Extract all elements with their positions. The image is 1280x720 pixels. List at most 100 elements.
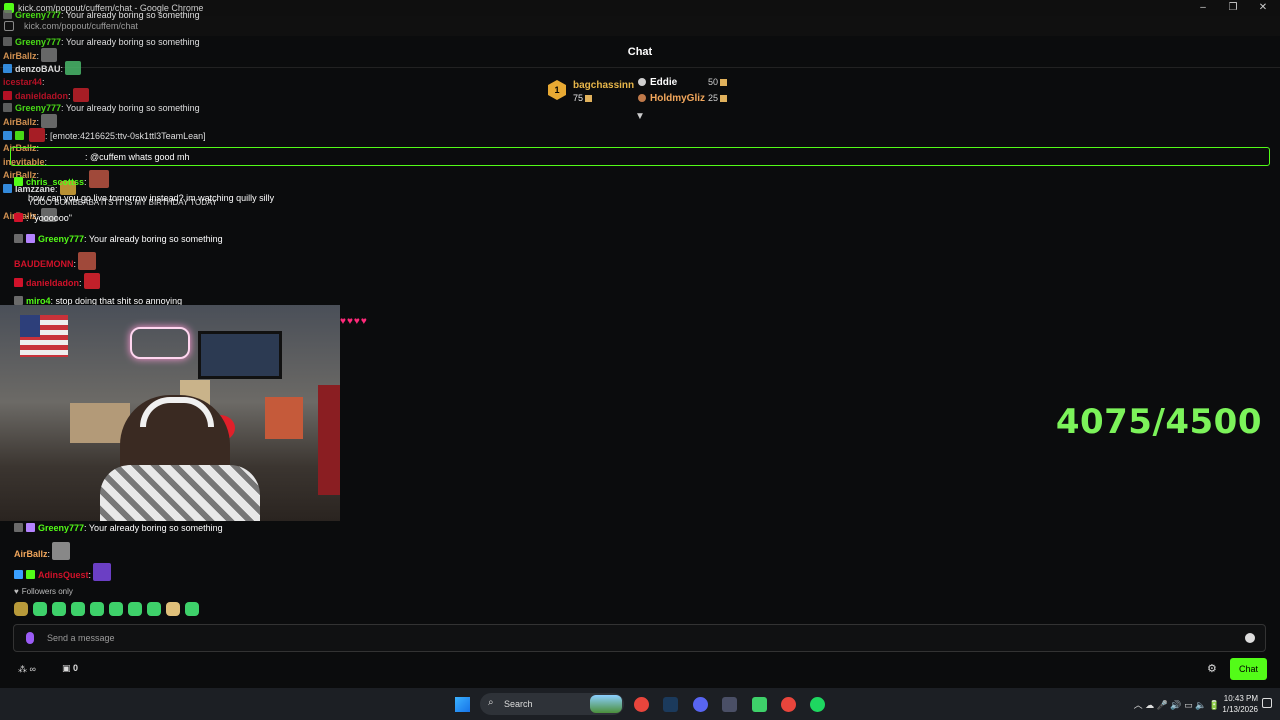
sub-goal-counter: 4075/4500 [1055, 402, 1262, 442]
sword-badge-icon [3, 131, 12, 140]
spotify-icon[interactable] [810, 697, 825, 712]
emote-icon [88, 170, 109, 188]
emote-icon[interactable] [52, 602, 66, 616]
emote-icon [93, 563, 112, 581]
infinity-icon[interactable]: ⁂ ∞ [18, 664, 36, 675]
chat-message: danieldadon: [3, 88, 89, 102]
chat-message: YOOO BOMBBABA ITS IT IS MY BIRTHDAY TODA… [28, 198, 218, 207]
leaderboard-third-count: 25 [708, 93, 719, 103]
search-highlight-image [590, 695, 622, 713]
chrome-icon[interactable] [634, 697, 649, 712]
kick-app-icon[interactable] [752, 697, 767, 712]
message-input[interactable] [47, 630, 1227, 646]
chat-message: Greeny777: Your already boring so someth… [3, 35, 200, 49]
rank-one-badge-icon: 1 [548, 80, 566, 100]
taskbar-clock[interactable]: 10:43 PM 1/13/2026 [1222, 693, 1258, 715]
sword-badge-icon [3, 64, 12, 73]
pinned-message[interactable]: : @cuffem whats good mh [10, 147, 1270, 166]
restore-button[interactable]: ❐ [1222, 1, 1244, 15]
emote-icon [78, 252, 97, 270]
bau-badge-icon [14, 296, 23, 305]
emote-icon [72, 88, 89, 102]
notification-icon[interactable] [1262, 698, 1272, 708]
emote-icon[interactable] [33, 602, 47, 616]
system-tray-icons[interactable]: ︿ ☁ 🎤 🔊 ▭ 🔈 🔋 [1134, 698, 1220, 711]
message-input-container[interactable] [13, 624, 1266, 652]
leaderboard-second[interactable]: Eddie 50 [638, 77, 728, 89]
hearts-emotes: ♥♥♥♥ [340, 316, 368, 327]
chat-message: AirBallz: [14, 542, 71, 560]
gear-icon[interactable]: ⚙ [1207, 662, 1217, 675]
site-info-icon[interactable] [4, 21, 14, 31]
emoji-picker-icon[interactable] [1245, 633, 1255, 643]
heart-icon: ♥ [14, 587, 19, 596]
windows-start-icon[interactable] [455, 697, 470, 712]
chat-message: : [emote:4216625:ttv-0sk1ttl3TeamLean] [3, 128, 206, 142]
emote-icon[interactable] [14, 602, 28, 616]
chat-message: AirBallz: [3, 48, 58, 62]
emote-icon[interactable] [90, 602, 104, 616]
green-badge-icon [14, 177, 23, 186]
emote-icon [41, 48, 58, 62]
gift-icon: ▣ [62, 663, 71, 673]
close-button[interactable]: ✕ [1252, 1, 1274, 15]
wall-tv [198, 331, 282, 379]
emote-icon[interactable] [147, 602, 161, 616]
leaderboard-third[interactable]: HoldmyGliz 25 [638, 93, 728, 105]
chrome-icon[interactable] [781, 697, 796, 712]
chat-message: chris_scottss: [14, 170, 109, 188]
green-badge-icon [26, 570, 35, 579]
bau-badge-icon [3, 10, 12, 19]
gift-counter[interactable]: ▣ 0 [62, 663, 78, 674]
leaderboard-second-name: Eddie [650, 77, 678, 88]
jacket [100, 465, 260, 521]
app-icon[interactable] [722, 697, 737, 712]
sub-badge-icon [26, 234, 35, 243]
leaderboard-third-name: HoldmyGliz [650, 93, 706, 104]
red-badge-icon [14, 213, 23, 222]
quick-emote-bar [14, 602, 204, 618]
search-icon: ⌕ [488, 697, 494, 708]
emote-icon [52, 542, 71, 560]
gift-icon [585, 95, 593, 102]
emote-icon[interactable] [185, 602, 199, 616]
minimize-button[interactable]: – [1192, 1, 1214, 15]
chat-message: AdinsQuest: [14, 563, 112, 581]
leaderboard-first-count: 75 [573, 93, 593, 103]
chat-message: Greeny777: Your already boring so someth… [3, 8, 200, 22]
wall-art [265, 397, 303, 439]
chat-footer: ⁂ ∞ ▣ 0 ⚙ Chat [0, 658, 1280, 680]
collapse-leaderboard-icon[interactable]: ▼ [634, 112, 646, 122]
chat-message: danieldadon: [14, 273, 100, 289]
bronze-medal-icon [638, 94, 646, 102]
emote-icon[interactable] [128, 602, 142, 616]
gift-leaderboard: 1 bagchassinn 75 Eddie 50 HoldmyGliz 25 [548, 74, 738, 110]
chat-message: : "yoooooo" [14, 211, 72, 225]
neon-sign [130, 327, 190, 359]
chat-message: BAUDEMONN: [14, 252, 97, 270]
webcam-overlay [0, 305, 340, 521]
send-chat-button[interactable]: Chat [1230, 658, 1267, 680]
bau-badge-icon [3, 103, 12, 112]
sword-badge-icon [3, 184, 12, 193]
leaderboard-first-name: bagchassinn [573, 80, 635, 91]
emote-icon [29, 128, 45, 142]
steam-icon[interactable] [663, 697, 678, 712]
emote-icon[interactable] [166, 602, 180, 616]
taskbar-search[interactable]: ⌕ Search [480, 693, 624, 715]
green-badge-icon [15, 131, 24, 140]
kick-logo-icon [26, 632, 34, 644]
emote-icon[interactable] [109, 602, 123, 616]
pinned-message-text: : @cuffem whats good mh [85, 152, 190, 162]
sword-badge-icon [14, 570, 23, 579]
emote-icon [65, 61, 82, 75]
leaderboard-second-count: 50 [708, 77, 719, 87]
emote-icon[interactable] [71, 602, 85, 616]
gift-icon [720, 79, 728, 86]
sub-badge-icon [26, 523, 35, 532]
url-text[interactable]: kick.com/popout/cuffem/chat [24, 21, 138, 31]
red-badge-icon [3, 91, 12, 100]
discord-icon[interactable] [693, 697, 708, 712]
chat-message: Greeny777: Your already boring so someth… [14, 232, 223, 246]
silver-medal-icon [638, 78, 646, 86]
